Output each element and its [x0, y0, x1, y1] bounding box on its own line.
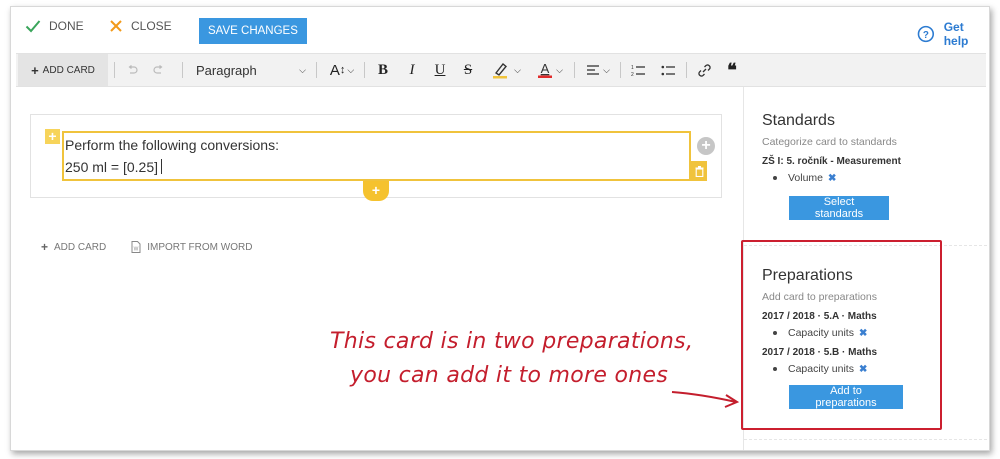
- text-size-arrows-icon: ↕: [339, 64, 346, 76]
- chevron-down-icon: ⌵: [299, 64, 306, 75]
- import-from-word-link[interactable]: W IMPORT FROM WORD: [131, 240, 252, 254]
- numbered-list-button[interactable]: 1 2: [626, 54, 650, 86]
- done-button[interactable]: DONE: [25, 19, 84, 33]
- help-icon: ?: [917, 25, 935, 43]
- highlight-color-button[interactable]: ⌵: [486, 54, 526, 86]
- annotation-line: This card is in two preparations,: [330, 329, 694, 354]
- editor-area: + Perform the following conversions: 250…: [11, 87, 743, 450]
- annotation-arrow-icon: [671, 391, 740, 408]
- quote-button[interactable]: ❝: [720, 54, 744, 86]
- select-standards-button[interactable]: Select standards: [789, 196, 889, 220]
- done-label: DONE: [49, 19, 84, 33]
- svg-text:W: W: [134, 247, 139, 253]
- redo-button[interactable]: [149, 54, 169, 86]
- chevron-down-icon: ⌵: [347, 64, 355, 75]
- close-label: CLOSE: [131, 19, 172, 33]
- highlighter-icon: [493, 62, 508, 79]
- card-answer-text: 250 ml = [0.25]: [65, 159, 159, 175]
- save-changes-button[interactable]: SAVE CHANGES: [199, 18, 307, 44]
- link-button[interactable]: [692, 54, 716, 86]
- add-card-link[interactable]: + ADD CARD: [41, 240, 106, 254]
- get-help-link[interactable]: ? Get help: [917, 20, 989, 48]
- svg-text:2: 2: [631, 72, 634, 77]
- toolbar-divider: [620, 62, 621, 78]
- list-item: Volume ✖: [762, 172, 982, 184]
- paragraph-style-select[interactable]: Paragraph ⌵: [192, 54, 310, 86]
- card-text-line: Perform the following conversions:: [65, 137, 279, 153]
- toolbar-divider: [182, 62, 183, 78]
- svg-text:1: 1: [631, 65, 634, 71]
- trash-icon: [695, 165, 703, 177]
- close-icon: [110, 20, 122, 32]
- italic-icon: I: [409, 61, 415, 78]
- font-color-icon: A: [538, 61, 553, 78]
- font-size-button[interactable]: A ↕ ⌵: [324, 54, 360, 86]
- svg-text:A: A: [541, 61, 550, 76]
- quote-icon: ❝: [727, 59, 737, 80]
- bullet-list-button[interactable]: [656, 54, 680, 86]
- chevron-down-icon: ⌵: [556, 64, 563, 75]
- import-from-word-label: IMPORT FROM WORD: [147, 241, 253, 253]
- standards-group: ZŠ I: 5. ročník - Measurement: [762, 156, 901, 167]
- standards-subtitle: Categorize card to standards: [762, 136, 897, 148]
- word-document-icon: W: [131, 241, 141, 253]
- plus-icon: +: [41, 240, 49, 254]
- toolbar-add-card-button[interactable]: + ADD CARD: [18, 54, 108, 86]
- chevron-down-icon: ⌵: [603, 64, 610, 75]
- toolbar-divider: [316, 62, 317, 78]
- underline-icon: U: [434, 61, 446, 78]
- editor-toolbar: + ADD CARD Paragraph ⌵ A ↕ ⌵ B I U S ⌵ A…: [16, 53, 986, 87]
- standards-section: Standards Categorize card to standards Z…: [762, 112, 982, 220]
- standards-title: Standards: [762, 112, 835, 129]
- toolbar-divider: [364, 62, 365, 78]
- font-color-button[interactable]: A ⌵: [532, 54, 568, 86]
- card-add-circle-icon[interactable]: +: [697, 137, 715, 155]
- text-cursor: [161, 159, 163, 174]
- toolbar-divider: [574, 62, 575, 78]
- bullet-icon: [773, 176, 777, 180]
- bold-icon: B: [377, 61, 388, 78]
- card: + Perform the following conversions: 250…: [30, 114, 722, 201]
- plus-icon: +: [31, 62, 39, 78]
- bullet-list-icon: [661, 65, 675, 75]
- get-help-label: Get help: [943, 20, 969, 48]
- align-button[interactable]: ⌵: [580, 54, 616, 86]
- italic-button[interactable]: I: [401, 54, 423, 86]
- remove-icon[interactable]: ✖: [828, 173, 836, 184]
- divider: [744, 439, 989, 440]
- toolbar-divider: [114, 62, 115, 78]
- card-handle-plus-icon[interactable]: +: [45, 129, 60, 144]
- strikethrough-button[interactable]: S: [457, 54, 479, 86]
- font-size-icon: A: [329, 61, 340, 79]
- numbered-list-icon: 1 2: [631, 65, 645, 77]
- strikethrough-icon: S: [463, 61, 473, 78]
- chevron-down-icon: ⌵: [514, 64, 521, 75]
- close-button[interactable]: CLOSE: [109, 19, 172, 33]
- checkmark-icon: [25, 20, 41, 33]
- delete-card-button[interactable]: [691, 161, 707, 181]
- paragraph-style-value: Paragraph: [196, 62, 257, 78]
- annotation-text: This card is in two preparations, you ca…: [330, 325, 740, 393]
- svg-text:?: ?: [923, 30, 929, 41]
- undo-icon: [128, 65, 138, 74]
- add-card-label: ADD CARD: [54, 241, 107, 253]
- card-text-editor[interactable]: Perform the following conversions: 250 m…: [62, 131, 691, 181]
- card-text-line-answer: 250 ml = [0.25]: [65, 156, 689, 178]
- toolbar-add-card-label: ADD CARD: [42, 64, 95, 76]
- align-left-icon: [587, 65, 600, 75]
- bottom-actions: + ADD CARD W IMPORT FROM WORD: [41, 240, 252, 254]
- toolbar-divider: [686, 62, 687, 78]
- annotation-highlight-box: [741, 240, 942, 430]
- redo-icon: [153, 65, 163, 74]
- underline-button[interactable]: U: [429, 54, 451, 86]
- undo-button[interactable]: [122, 54, 142, 86]
- link-icon: [697, 63, 711, 77]
- bold-button[interactable]: B: [372, 54, 394, 86]
- top-bar: DONE CLOSE SAVE CHANGES ? Get help: [11, 7, 989, 53]
- standard-item-label: Volume: [788, 172, 824, 184]
- add-card-below-button[interactable]: +: [363, 181, 389, 201]
